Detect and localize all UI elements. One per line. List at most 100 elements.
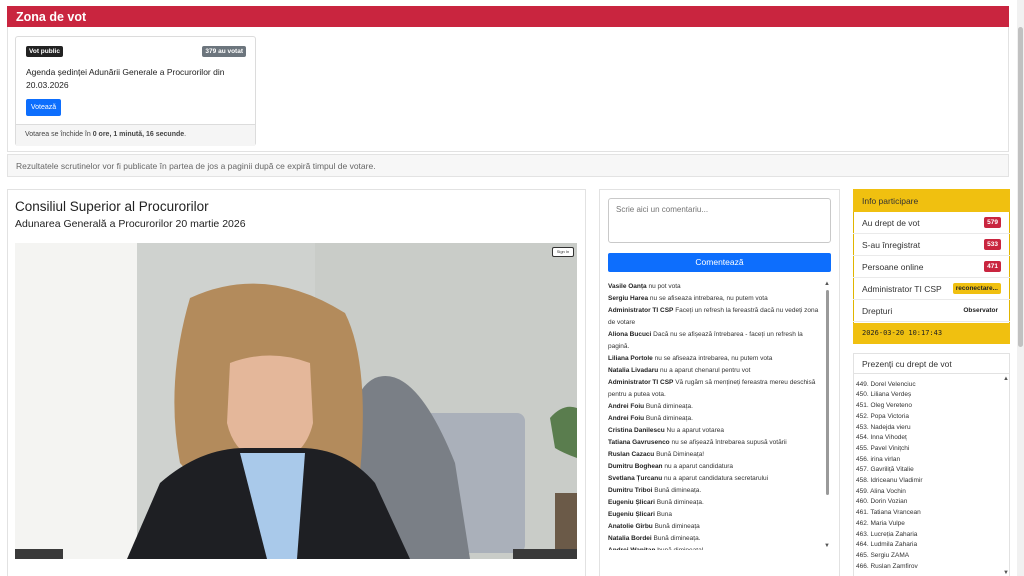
comment-scroll-thumb[interactable] <box>826 290 829 495</box>
comment-text: nu se afișează întrebarea supusă votării <box>671 439 787 446</box>
video-sign-in-badge[interactable]: Sign In <box>552 247 574 257</box>
comment-text: nu a aparut candidatura <box>664 463 734 470</box>
chevron-down-icon[interactable]: ▼ <box>824 543 830 549</box>
comment-author: Andrei Foiu <box>608 403 645 410</box>
closing-time: 0 ore, 1 minută, 16 secunde <box>92 131 185 138</box>
comment-item: Vasile Oanța nu pot vota <box>608 281 821 293</box>
comment-author: Aliona Bucuci <box>608 331 652 338</box>
comment-text: Bună dimineața. <box>645 403 693 410</box>
present-item: 464. Ludmila Zaharia <box>856 541 918 549</box>
comment-text: Bună dimineața <box>654 523 700 530</box>
votes-count-badge: 379 au votat <box>202 46 246 57</box>
comment-text: Bună Dimineața! <box>656 451 705 458</box>
reconnect-badge: reconectare... <box>952 283 1001 294</box>
comment-item: Administrator TI CSP Vă rugăm să menține… <box>608 377 821 401</box>
chevron-up-icon[interactable]: ▲ <box>824 281 830 287</box>
info-row-voting-rights: Au drept de vot 579 <box>853 212 1010 234</box>
comment-item: Andrei Foiu Bună dimineața. <box>608 413 821 425</box>
present-item: 453. Nadejda vieru <box>856 423 911 431</box>
present-item: 465. Sergiu ZAMA <box>856 551 910 559</box>
comment-author: Administrator TI CSP <box>608 307 674 314</box>
info-value-badge: 471 <box>984 261 1001 272</box>
present-item: 457. Gavriliță Vitalie <box>856 466 914 474</box>
comment-item: Cristina Danilescu Nu a aparut votarea <box>608 425 821 437</box>
comment-text: Bună dimineața. <box>656 499 704 506</box>
comment-author: Natalia Bordei <box>608 535 652 542</box>
present-item: 452. Popa Victoria <box>856 412 909 420</box>
vote-zone-header: Zona de vot <box>7 6 1009 27</box>
comment-scrollbar[interactable]: ▲ ▼ <box>824 281 831 549</box>
comment-author: Andrei Foiu <box>608 415 645 422</box>
comment-text: nu se afiseaza intrebarea, nu putem vota <box>654 355 773 362</box>
comment-input[interactable] <box>608 198 831 243</box>
present-item: 463. Lucreția Zaharia <box>856 530 918 538</box>
comment-author: Tatiana Gavrusenco <box>608 439 670 446</box>
comment-item: Andrei Wanitan bună dimineața! <box>608 545 821 550</box>
server-timestamp: 2026-03-20 10:17:43 <box>853 323 1010 344</box>
comment-text: Buna <box>656 511 672 518</box>
info-row-rights: Drepturi Observator <box>853 300 1010 322</box>
comment-text: bună dimineața! <box>657 547 703 550</box>
present-item: 466. Ruslan Zamfirov <box>856 562 918 570</box>
comment-item: Dumitru Triboi Bună dimineața. <box>608 485 821 497</box>
comment-item: Tatiana Gavrusenco nu se afișează întreb… <box>608 437 821 449</box>
comment-text: nu a aparut candidatura secretarului <box>664 475 769 482</box>
stream-title: Consiliul Superior al Procurorilor <box>15 199 209 214</box>
comment-text: Nu a aparut votarea <box>666 427 724 434</box>
present-scrollbar[interactable]: ▲ ▼ <box>1003 376 1009 576</box>
closing-prefix: Votarea se închide în <box>25 131 93 138</box>
comment-author: Dumitru Triboi <box>608 487 653 494</box>
present-item: 456. irina virlan <box>856 455 901 463</box>
comment-author: Administrator TI CSP <box>608 379 674 386</box>
public-vote-badge: Vot public <box>26 46 63 57</box>
chevron-down-icon[interactable]: ▼ <box>1003 570 1009 576</box>
comment-item: Sergiu Harea nu se afiseaza intrebarea, … <box>608 293 821 305</box>
comment-author: Liliana Portole <box>608 355 653 362</box>
comment-item: Aliona Bucuci Dacă nu se afișează întreb… <box>608 329 821 353</box>
present-item: 455. Pavel Vinițchi <box>856 444 910 452</box>
info-row-online: Persoane online 471 <box>853 256 1010 278</box>
present-item: 451. Oleg Vereteno <box>856 402 913 410</box>
comment-author: Cristina Danilescu <box>608 427 665 434</box>
comment-item: Administrator TI CSP Faceți un refresh l… <box>608 305 821 329</box>
comment-item: Andrei Foiu Bună dimineața. <box>608 401 821 413</box>
comment-text: nu pot vota <box>648 283 681 290</box>
present-list[interactable]: 448. Aliona Vdovii449. Dorel Velenciuc45… <box>856 375 1002 576</box>
comment-item: Eugeniu Șlicari Buna <box>608 509 821 521</box>
page-scroll-thumb[interactable] <box>1018 27 1023 347</box>
comment-text: Bună dimineața. <box>645 415 693 422</box>
comment-item: Natalia Bordei Bună dimineața. <box>608 533 821 545</box>
comment-item: Liliana Portole nu se afiseaza intrebare… <box>608 353 821 365</box>
present-item: 449. Dorel Velenciuc <box>856 380 916 388</box>
stream-subtitle: Adunarea Generală a Procurorilor 20 mart… <box>15 218 246 230</box>
info-label: Drepturi <box>862 306 893 316</box>
comment-author: Eugeniu Șlicari <box>608 511 655 518</box>
comment-author: Svetlana Țurcanu <box>608 475 663 482</box>
comment-text: Bună dimineața. <box>654 487 702 494</box>
comment-author: Anatolie Gîrbu <box>608 523 653 530</box>
comment-submit-button[interactable]: Comentează <box>608 253 831 272</box>
results-note: Rezultatele scrutinelor vor fi publicate… <box>7 154 1009 177</box>
present-item: 458. Idriceanu Vladimir <box>856 477 923 485</box>
present-item: 450. Liliana Verdeș <box>856 391 912 399</box>
chevron-up-icon[interactable]: ▲ <box>1003 376 1009 382</box>
comment-list[interactable]: Vasile Oanța nu pot vota Sergiu Harea nu … <box>608 281 821 550</box>
page-scrollbar[interactable] <box>1017 0 1024 576</box>
video-player[interactable] <box>15 243 577 559</box>
comment-author: Andrei Wanitan <box>608 547 655 550</box>
comment-author: Dumitru Boghean <box>608 463 663 470</box>
comment-author: Natalia Livadaru <box>608 367 659 374</box>
present-item: 462. Maria Vulpe <box>856 519 905 527</box>
info-row-registered: S-au înregistrat 533 <box>853 234 1010 256</box>
present-item: 461. Tatiana Vrancean <box>856 509 921 517</box>
video-frame <box>15 243 577 559</box>
participation-header: Info participare <box>853 189 1010 212</box>
info-label: Persoane online <box>862 262 924 272</box>
vote-closing-info: Votarea se închide în 0 ore, 1 minută, 1… <box>16 124 255 146</box>
vote-button[interactable]: Votează <box>26 99 61 116</box>
comment-author: Eugeniu Șlicari <box>608 499 655 506</box>
comment-item: Eugeniu Șlicari Bună dimineața. <box>608 497 821 509</box>
rights-value: Observator <box>963 307 998 314</box>
info-label: Administrator TI CSP <box>862 284 942 294</box>
vote-card: Vot public 379 au votat Agenda ședinței … <box>15 36 256 146</box>
